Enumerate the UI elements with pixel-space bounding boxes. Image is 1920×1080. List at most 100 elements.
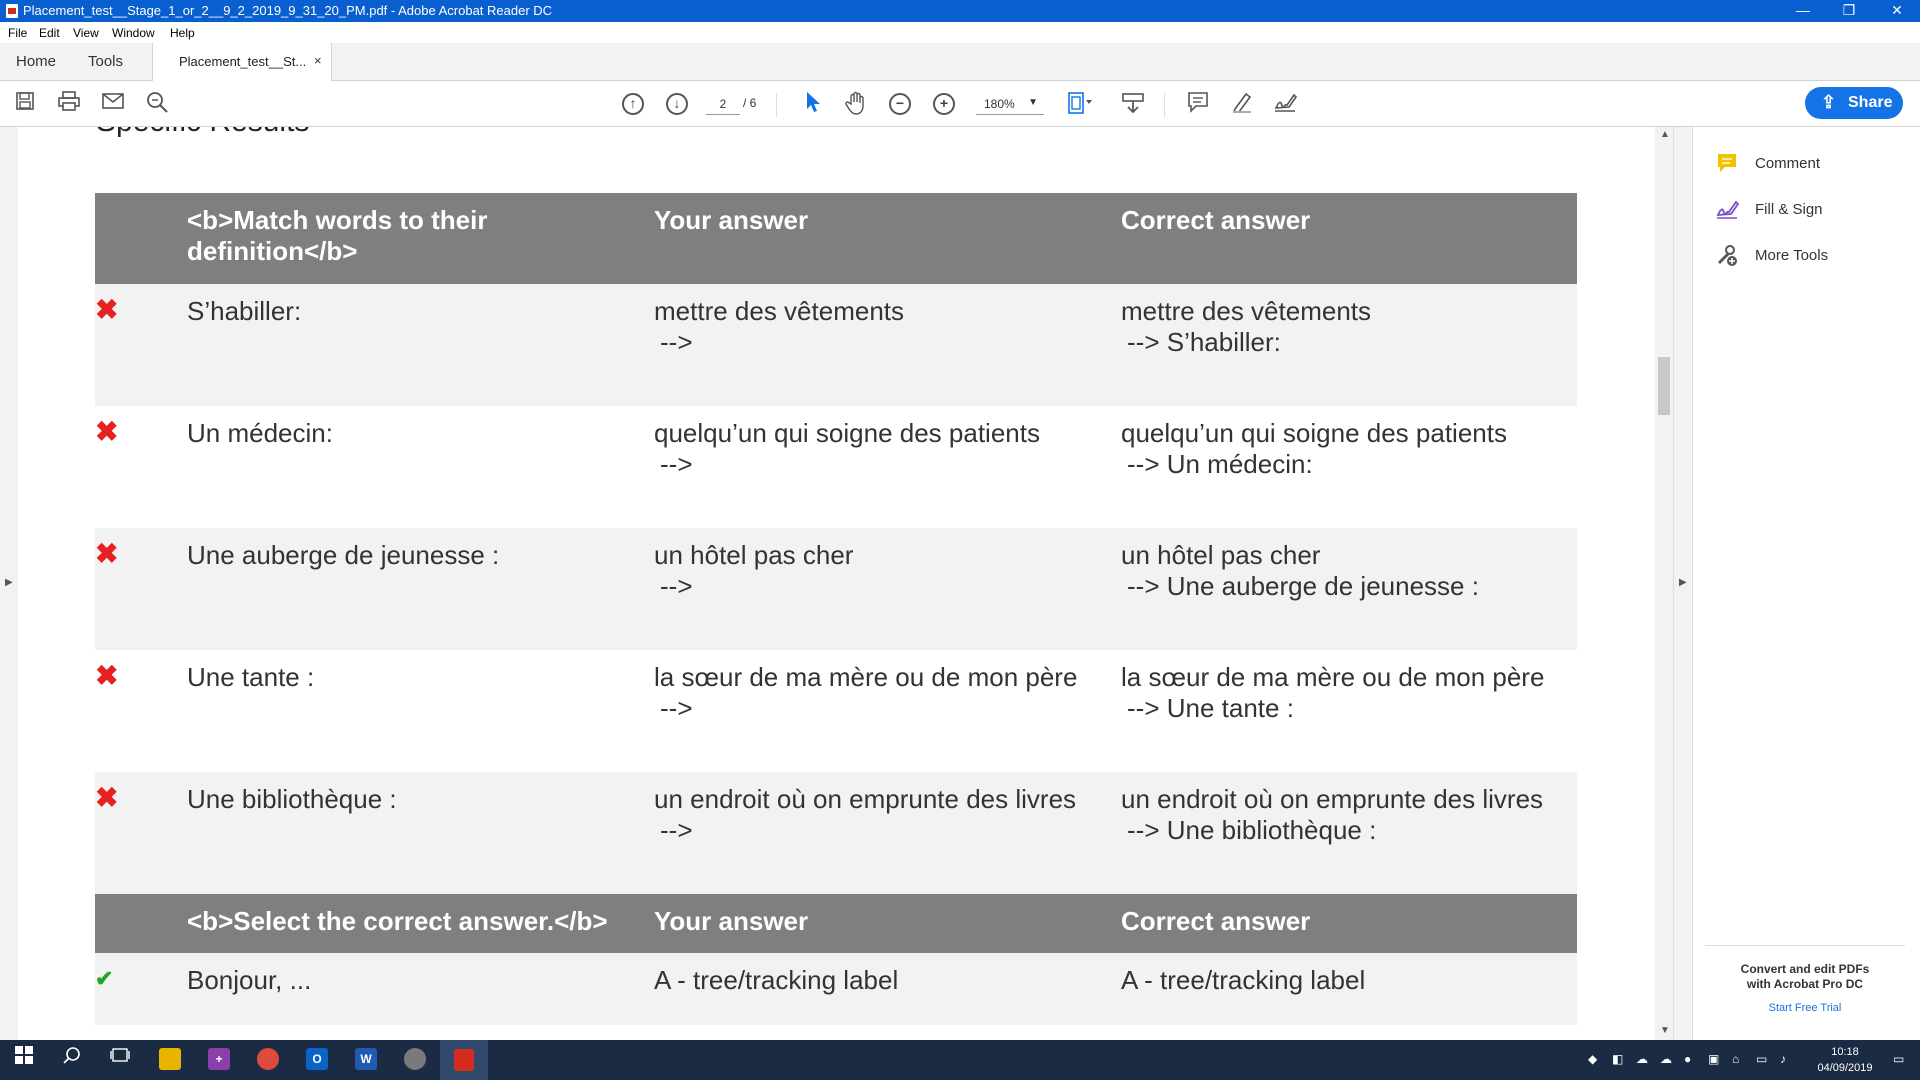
fill-sign-icon <box>1715 198 1740 222</box>
highlight-pen-icon[interactable] <box>1229 91 1255 117</box>
maximize-button[interactable]: ❐ <box>1826 0 1872 22</box>
wrong-mark-icon: ✖ <box>95 284 187 406</box>
volume-icon[interactable]: ♪ <box>1780 1052 1786 1066</box>
start-free-trial-link[interactable]: Start Free Trial <box>1705 1002 1905 1014</box>
correct-answer-match: --> Une tante : <box>1127 693 1294 723</box>
tray-icon[interactable]: ◧ <box>1612 1052 1623 1066</box>
cloud-icon[interactable]: ☁ <box>1660 1052 1672 1066</box>
your-answer-text: quelqu’un qui soigne des patients <box>654 418 1040 448</box>
wrong-mark-icon: ✖ <box>95 406 187 528</box>
comment-icon[interactable] <box>1185 91 1211 117</box>
word-icon[interactable]: W <box>355 1048 377 1070</box>
slack-icon[interactable]: + <box>208 1048 230 1070</box>
scroll-up-icon[interactable]: ▲ <box>1660 129 1670 140</box>
title-bar: Placement_test__Stage_1_or_2__9_2_2019_9… <box>0 0 1920 22</box>
wrong-mark-icon: ✖ <box>95 772 187 894</box>
correct-answer-text: un endroit où on emprunte des livres <box>1121 784 1544 814</box>
section-heading: Specific Results <box>96 127 309 139</box>
network-icon[interactable]: ⌂ <box>1732 1052 1739 1066</box>
tab-document[interactable]: Placement_test__St... × <box>152 43 332 81</box>
zoom-search-icon[interactable] <box>144 91 170 117</box>
save-icon[interactable] <box>12 91 38 117</box>
correct-answer-cell: la sœur de ma mère ou de mon père --> Une… <box>1121 650 1577 772</box>
tool-comment-label: Comment <box>1755 155 1821 172</box>
sign-icon[interactable] <box>1272 91 1298 117</box>
your-answer-arrow: --> <box>660 815 693 845</box>
file-explorer-icon[interactable] <box>159 1048 181 1070</box>
zoom-level-select[interactable]: 180% ▼ <box>976 94 1044 115</box>
outlook-tray-icon[interactable]: ▣ <box>1708 1052 1719 1066</box>
left-nav-strip: ▶ <box>0 127 18 1040</box>
zoom-in-icon[interactable]: + <box>933 93 955 115</box>
share-button[interactable]: ⇪ Share <box>1805 87 1903 119</box>
scroll-mode-icon[interactable] <box>1120 91 1146 117</box>
correct-answer-match: --> Un médecin: <box>1127 449 1313 479</box>
collapse-right-pane-icon[interactable]: ▶ <box>1679 577 1687 588</box>
your-answer-text: un endroit où on emprunte des livres <box>654 784 1077 814</box>
notifications-icon[interactable]: ▭ <box>1893 1052 1904 1066</box>
tab-home[interactable]: Home <box>16 53 56 70</box>
document-view: Specific Results <b>Match words to their… <box>18 127 1655 1040</box>
task-view-icon[interactable] <box>106 1046 134 1074</box>
page-number-input[interactable]: 2 <box>706 94 740 115</box>
menu-view[interactable]: View <box>73 26 99 40</box>
acrobat-taskbar-icon[interactable] <box>440 1040 488 1080</box>
question-cell: Une auberge de jeunesse : <box>187 528 654 650</box>
previous-page-icon[interactable]: ↑ <box>622 93 644 115</box>
menu-edit[interactable]: Edit <box>39 26 60 40</box>
comment-icon <box>1715 152 1739 176</box>
scrollbar-thumb[interactable] <box>1658 357 1670 415</box>
wrong-mark-icon: ✖ <box>95 650 187 772</box>
menu-help[interactable]: Help <box>170 26 195 40</box>
hand-tool-icon[interactable] <box>843 91 869 117</box>
right-pane-toggle-strip: ▶ <box>1673 127 1692 1040</box>
windows-start-icon[interactable] <box>10 1046 38 1074</box>
results-table: <b>Match words to their definition</b> Y… <box>95 193 1577 1025</box>
skype-tray-icon[interactable]: ◆ <box>1588 1052 1597 1066</box>
print-icon[interactable] <box>56 91 82 117</box>
header-cell <box>95 193 187 284</box>
table-row: ✔ Bonjour, ... A - tree/tracking label A… <box>95 953 1577 1025</box>
correct-answer-text: la sœur de ma mère ou de mon père <box>1121 662 1545 692</box>
minimize-button[interactable]: — <box>1780 0 1826 22</box>
table-row: ✖ Une auberge de jeunesse : un hôtel pas… <box>95 528 1577 650</box>
window-title: Placement_test__Stage_1_or_2__9_2_2019_9… <box>23 3 553 18</box>
search-icon[interactable] <box>58 1046 86 1074</box>
display-icon[interactable]: ▭ <box>1756 1052 1767 1066</box>
system-clock[interactable]: 10:18 04/09/2019 <box>1810 1044 1880 1076</box>
correct-answer-cell: un hôtel pas cher --> Une auberge de jeun… <box>1121 528 1577 650</box>
menu-bar: File Edit View Window Help <box>0 22 1920 43</box>
close-window-button[interactable]: ✕ <box>1874 0 1920 22</box>
question-cell: Une bibliothèque : <box>187 772 654 894</box>
tab-tools[interactable]: Tools <box>88 53 123 70</box>
your-answer-text: la sœur de ma mère ou de mon père <box>654 662 1078 692</box>
select-cursor-icon[interactable] <box>800 91 826 117</box>
header-cell-correct-answer: Correct answer <box>1121 193 1577 284</box>
next-page-icon[interactable]: ↓ <box>666 93 688 115</box>
correct-answer-text: mettre des vêtements <box>1121 296 1371 326</box>
chrome-tray-icon[interactable]: ● <box>1684 1052 1691 1066</box>
expand-left-pane-icon[interactable]: ▶ <box>5 577 13 588</box>
menu-file[interactable]: File <box>8 26 27 40</box>
zoom-out-icon[interactable]: − <box>889 93 911 115</box>
menu-window[interactable]: Window <box>112 26 155 40</box>
scroll-down-icon[interactable]: ▼ <box>1660 1025 1670 1036</box>
close-tab-icon[interactable]: × <box>314 53 322 68</box>
onedrive-icon[interactable]: ☁ <box>1636 1052 1648 1066</box>
vertical-scrollbar[interactable]: ▲ ▼ <box>1655 127 1673 1040</box>
question-cell: Bonjour, ... <box>187 953 654 1025</box>
header-cell-correct-answer: Correct answer <box>1121 894 1577 953</box>
email-icon[interactable] <box>100 91 126 117</box>
fit-page-icon[interactable] <box>1066 91 1092 117</box>
tools-pane: Comment Fill & Sign More Tools Convert a… <box>1692 127 1920 1040</box>
your-answer-cell: un hôtel pas cher --> <box>654 528 1121 650</box>
header-cell-your-answer: Your answer <box>654 894 1121 953</box>
correct-answer-cell: mettre des vêtements --> S’habiller: <box>1121 284 1577 406</box>
correct-answer-cell: un endroit où on emprunte des livres --> … <box>1121 772 1577 894</box>
chrome-icon[interactable] <box>257 1048 279 1070</box>
wrong-mark-icon: ✖ <box>95 528 187 650</box>
tab-document-label: Placement_test__St... <box>179 54 307 69</box>
paint-icon[interactable] <box>404 1048 426 1070</box>
toolbar-separator <box>776 93 777 117</box>
outlook-icon[interactable]: O <box>306 1048 328 1070</box>
